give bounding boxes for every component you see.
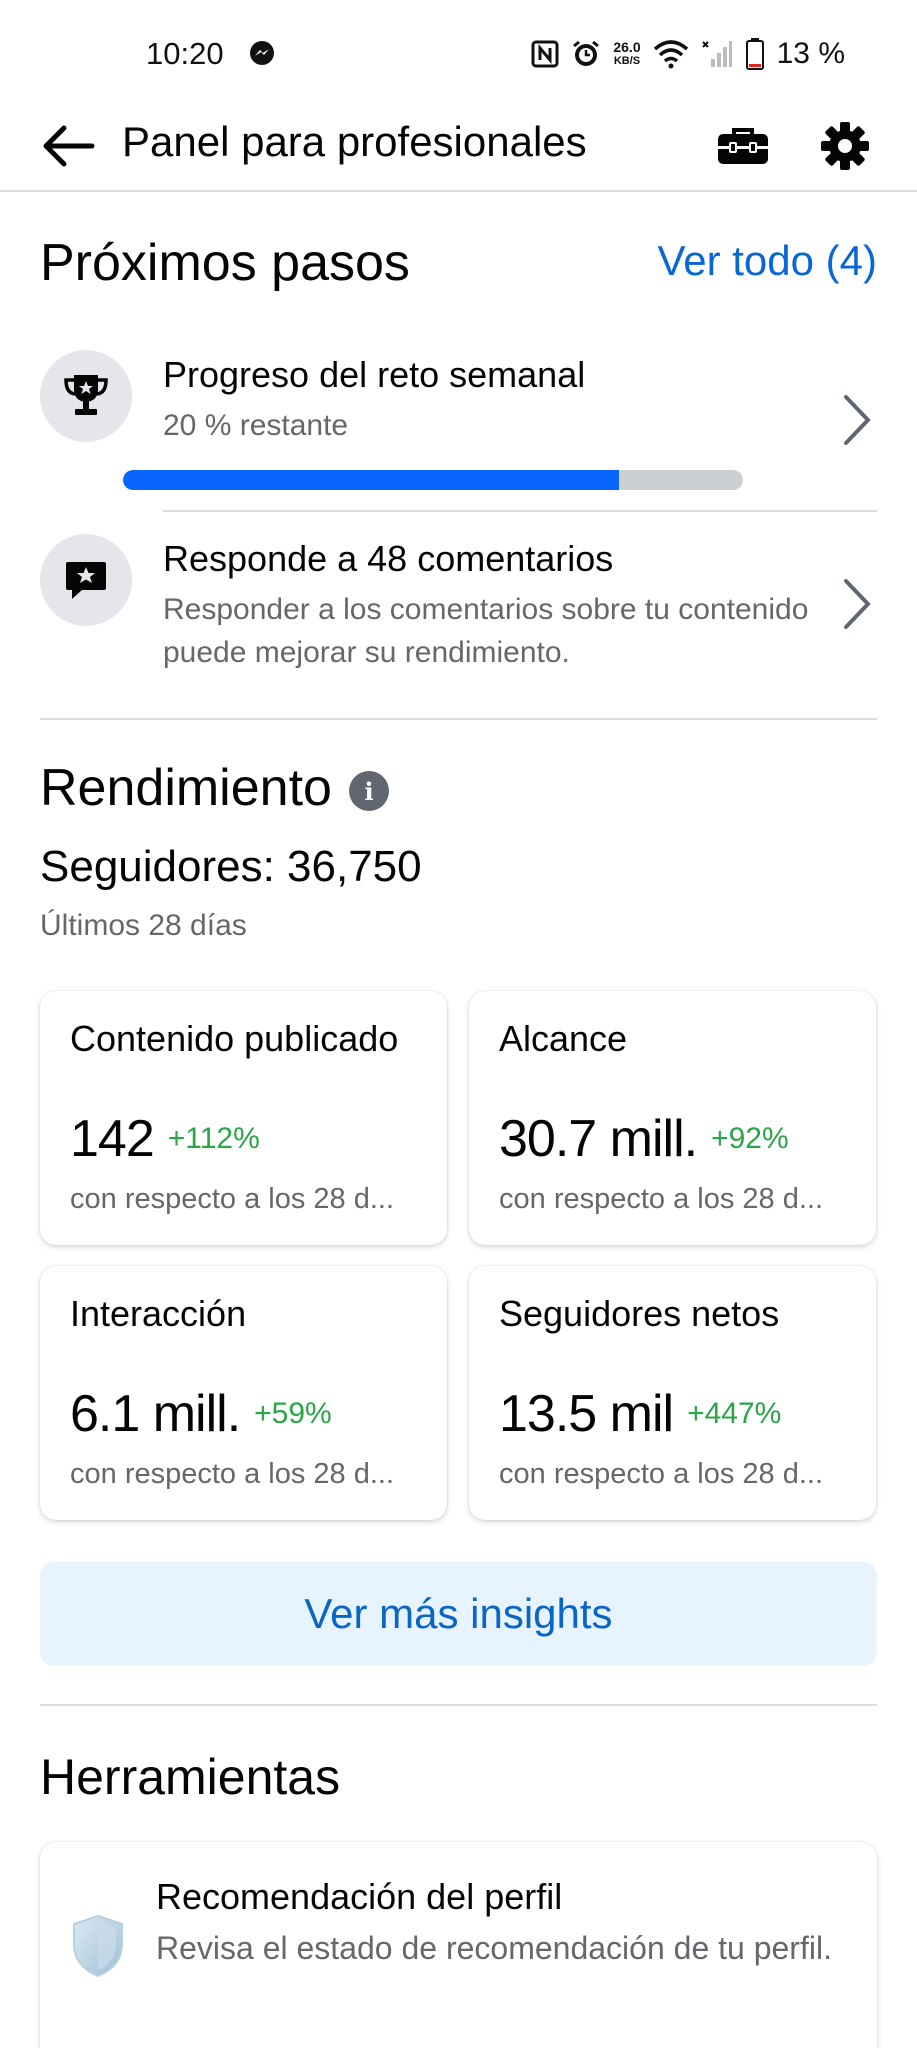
- gear-icon: [821, 122, 869, 170]
- challenge-progress-bar: [123, 470, 743, 490]
- professional-dashboard: 10:20 26.0 KB/S 13 % Panel para profesio…: [0, 0, 917, 2048]
- tool-profile-recommendation[interactable]: Recomendación del perfil Revisa el estad…: [40, 1842, 877, 2048]
- network-speed-value: 26.0: [613, 39, 641, 55]
- metric-card-content[interactable]: Contenido publicado 142 +112% con respect…: [40, 991, 447, 1245]
- performance-title: Rendimiento: [40, 759, 332, 817]
- step-title: Progreso del reto semanal: [163, 354, 586, 395]
- messenger-icon: [250, 41, 274, 65]
- briefcase-icon: [718, 128, 768, 164]
- metric-change: +112%: [167, 1122, 260, 1155]
- arrow-left-icon: [43, 125, 95, 167]
- more-insights-button[interactable]: Ver más insights: [40, 1562, 877, 1666]
- metric-value-row: 142 +112%: [70, 1109, 260, 1169]
- wifi-icon: [653, 40, 688, 69]
- battery-icon: [745, 38, 764, 70]
- metric-compare: con respecto a los 28 d...: [499, 1458, 824, 1490]
- tool-subtitle: Revisa el estado de recomendación de tu …: [156, 1930, 832, 1966]
- metric-value-row: 30.7 mill. +92%: [499, 1109, 789, 1169]
- step-subtitle: Responder a los comentarios sobre tu con…: [163, 593, 809, 669]
- metric-label: Interacción: [70, 1293, 247, 1334]
- step-reply-comments[interactable]: Responde a 48 comentarios Responder a lo…: [40, 532, 877, 682]
- next-steps-title: Próximos pasos: [40, 234, 410, 292]
- network-speed: 26.0 KB/S: [613, 40, 640, 68]
- step-icon-circle: [40, 350, 132, 442]
- back-button[interactable]: [38, 116, 98, 176]
- trophy-icon: [64, 375, 108, 415]
- period-label: Últimos 28 días: [40, 909, 247, 942]
- alarm-icon: [573, 40, 600, 66]
- metric-value-row: 6.1 mill. +59%: [70, 1384, 332, 1444]
- step-title: Responde a 48 comentarios: [163, 538, 614, 579]
- toolbox-button[interactable]: [713, 116, 773, 176]
- metric-card-reach[interactable]: Alcance 30.7 mill. +92% con respecto a lo…: [469, 991, 876, 1245]
- page-title: Panel para profesionales: [122, 118, 587, 165]
- metric-label: Seguidores netos: [499, 1293, 780, 1334]
- metric-value: 13.5 mil: [499, 1385, 674, 1443]
- metric-value: 142: [70, 1110, 155, 1168]
- metric-card-net-followers[interactable]: Seguidores netos 13.5 mil +447% con respe…: [469, 1266, 876, 1520]
- step-subtitle: 20 % restante: [163, 409, 349, 442]
- status-bar: 10:20 26.0 KB/S 13 %: [0, 0, 917, 100]
- chevron-right-icon: [837, 390, 877, 450]
- progress-fill: [123, 470, 619, 490]
- metric-label: Alcance: [499, 1018, 628, 1059]
- metric-change: +59%: [254, 1397, 332, 1430]
- tools-title: Herramientas: [40, 1749, 341, 1805]
- metric-compare: con respecto a los 28 d...: [70, 1458, 395, 1490]
- metric-change: +447%: [687, 1397, 782, 1430]
- settings-button[interactable]: [815, 116, 875, 176]
- metric-label: Contenido publicado: [70, 1018, 399, 1059]
- status-time: 10:20: [146, 36, 224, 71]
- battery-percent: 13 %: [776, 37, 845, 70]
- step-icon-circle: [40, 534, 132, 626]
- followers-count: Seguidores: 36,750: [40, 842, 422, 891]
- metric-value: 30.7 mill.: [499, 1110, 698, 1168]
- network-speed-unit: KB/S: [613, 55, 641, 67]
- section-divider: [40, 1704, 877, 1706]
- see-all-link[interactable]: Ver todo (4): [658, 237, 877, 285]
- metric-compare: con respecto a los 28 d...: [499, 1183, 824, 1215]
- tool-title: Recomendación del perfil: [156, 1876, 563, 1917]
- chevron-right-icon: [837, 574, 877, 634]
- shield-icon: [73, 1914, 123, 1978]
- comment-star-icon: [66, 562, 106, 599]
- metric-compare: con respecto a los 28 d...: [70, 1183, 395, 1215]
- step-divider: [163, 510, 877, 512]
- app-bar: Panel para profesionales: [0, 100, 917, 192]
- nfc-icon: [531, 40, 559, 68]
- signal-icon: [701, 41, 732, 67]
- metric-change: +92%: [711, 1122, 789, 1155]
- status-icons: 26.0 KB/S 13 %: [531, 34, 845, 74]
- metric-value-row: 13.5 mil +447%: [499, 1384, 781, 1444]
- section-divider: [40, 718, 877, 720]
- info-icon[interactable]: i: [349, 771, 389, 811]
- metric-card-engagement[interactable]: Interacción 6.1 mill. +59% con respecto a…: [40, 1266, 447, 1520]
- metric-value: 6.1 mill.: [70, 1385, 241, 1443]
